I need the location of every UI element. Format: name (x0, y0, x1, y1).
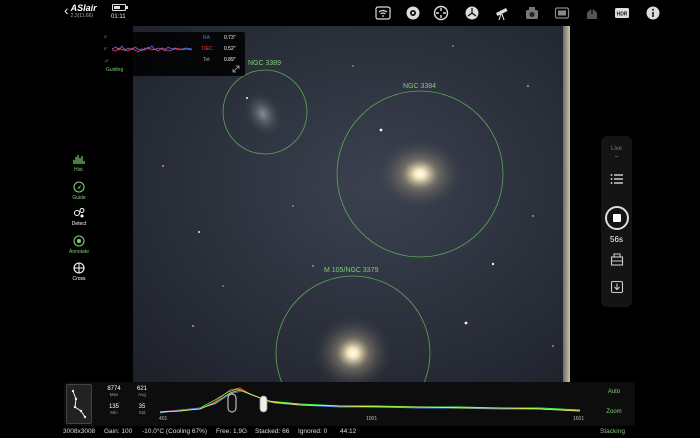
dec-label: DEC (202, 46, 213, 52)
info-icon[interactable] (645, 5, 661, 21)
tool-label: Cross (72, 276, 86, 282)
hist-min: 135 Min (104, 404, 124, 415)
status-ignored: Ignored: 0 (298, 428, 328, 435)
download-icon (610, 280, 624, 294)
live-mode-toggle[interactable]: Live (601, 146, 632, 152)
status-gain: Gain: 100 (104, 428, 133, 435)
app-title: ASIair (70, 3, 97, 13)
stop-icon (613, 214, 621, 222)
viewer-edge (563, 26, 570, 384)
hist-max: 8774 Max (104, 386, 124, 397)
list-icon (610, 174, 623, 184)
status-elapsed: 44:12 (340, 428, 357, 435)
galaxy-ngc3389 (243, 91, 283, 137)
object-label: NGC 3389 (248, 60, 282, 67)
download-button[interactable] (610, 280, 624, 294)
hist-std-label: Std (138, 410, 146, 415)
mount-icon[interactable] (464, 5, 480, 21)
wifi-icon[interactable] (375, 5, 391, 21)
auto-stretch-button[interactable]: Auto (600, 389, 628, 395)
live-indicator (615, 156, 618, 157)
hdr-icon[interactable]: HDR (614, 5, 630, 21)
zoom-button[interactable]: Zoom (600, 409, 628, 415)
capture-settings-button[interactable] (610, 252, 624, 266)
list-button[interactable] (610, 172, 624, 186)
black-point-handle[interactable] (227, 393, 237, 413)
guiding-label: Guiding (106, 67, 124, 73)
detect-icon (74, 208, 85, 218)
hist-std: 35 Std (132, 404, 152, 415)
dec-value: 0.52" (224, 46, 236, 52)
histogram-chart[interactable] (160, 384, 585, 420)
hist-max-label: Max (109, 392, 119, 397)
status-bar: 3008x3008 Gain: 100 -10.0°C (Cooling 67%… (0, 426, 700, 438)
battery-level (114, 6, 120, 9)
annotate-icon (73, 235, 85, 247)
axis-mid: 0" (104, 46, 108, 51)
tool-label: Detect (71, 221, 87, 227)
hist-min-label: Min (110, 410, 118, 415)
dome-icon[interactable] (584, 5, 600, 21)
guiding-plot (112, 45, 192, 53)
expand-icon[interactable] (232, 65, 240, 73)
object-label: M 105/NGC 3379 (324, 267, 379, 274)
crosshair-icon (73, 262, 85, 274)
tool-label: Guide (72, 195, 86, 201)
midtone-handle[interactable] (259, 395, 268, 413)
tool-detect[interactable]: Detect (66, 207, 92, 227)
star-field (162, 45, 554, 384)
tool-guide[interactable]: Guide (66, 181, 92, 201)
tool-label: Annotate (68, 249, 90, 255)
ra-label: RA (203, 35, 210, 41)
top-bar: ‹ ASIair 2.3(11.66) 01:11 HDR (0, 0, 700, 26)
app-version: 2.3(11.66) (70, 13, 94, 19)
tool-histogram[interactable]: Hist. (66, 153, 92, 173)
guide-camera-icon[interactable] (524, 5, 540, 21)
axis-top: 4" (104, 34, 108, 39)
hist-tick-high: 1601 (573, 416, 585, 422)
svg-text:HDR: HDR (617, 12, 628, 18)
clock: 01:11 (111, 14, 126, 20)
status-resolution: 3008x3008 (63, 428, 96, 435)
stop-capture-button[interactable] (605, 206, 629, 230)
galaxy-m105 (313, 315, 393, 384)
galaxy-ngc3384 (376, 138, 464, 210)
hist-avg-label: Avg (138, 392, 146, 397)
battery-icon (112, 4, 128, 11)
status-temperature: -10.0°C (Cooling 67%) (142, 428, 208, 435)
hist-avg: 621 Avg (132, 386, 152, 397)
image-viewer[interactable]: NGC 3389 NGC 3384 M 105/NGC 3379 (133, 26, 570, 384)
status-mode: Stacking (600, 428, 625, 435)
tool-cross[interactable]: Cross (66, 262, 92, 282)
guiding-graph[interactable]: 4" 0" -4" RA 0.73" DEC 0.52" Tot 0.89" G… (102, 32, 245, 76)
exposure-time[interactable]: 56s (601, 235, 632, 244)
tool-annotate[interactable]: Annotate (66, 235, 92, 255)
filter-wheel-icon[interactable] (554, 5, 570, 21)
status-stacked: Stacked: 66 (255, 428, 290, 435)
chevron-left-icon: ‹ (64, 2, 69, 18)
guide-icon (73, 181, 85, 193)
tot-value: 0.89" (224, 57, 236, 63)
capture-panel: Live 56s (601, 136, 632, 307)
hist-tick-mid: 1001 (366, 416, 378, 422)
histogram-icon (73, 155, 85, 164)
star-chart-thumbnail[interactable] (66, 384, 92, 424)
status-free-space: Free: 1.9G (216, 428, 248, 435)
back-button[interactable]: ‹ ASIair 2.3(11.66) (64, 3, 97, 20)
stars (162, 45, 554, 347)
telescope-icon[interactable] (494, 5, 510, 21)
focuser-icon[interactable] (433, 5, 449, 21)
ra-value: 0.73" (224, 35, 236, 41)
object-label: NGC 3384 (403, 83, 437, 90)
tot-label: Tot (203, 57, 210, 63)
constellation-icon (71, 389, 87, 419)
tool-label: Hist. (74, 167, 84, 173)
axis-bottom: -4" (104, 58, 109, 63)
hist-tick-low: 401 (159, 416, 168, 422)
camera-icon[interactable] (405, 5, 421, 21)
camera-settings-icon (610, 253, 624, 266)
